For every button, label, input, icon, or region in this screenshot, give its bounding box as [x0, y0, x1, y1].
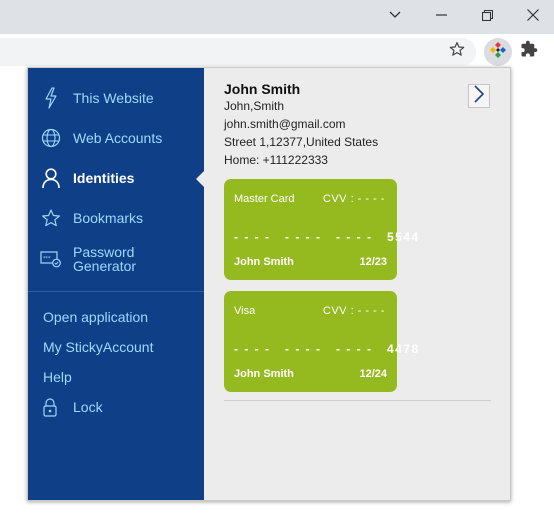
minimize-icon [435, 14, 447, 16]
chevron-down-icon [389, 11, 401, 19]
card-holder: John Smith [234, 256, 294, 268]
sidebar-item-identities[interactable]: Identities [28, 163, 204, 193]
tab-search-button[interactable] [372, 0, 418, 30]
card-type: Master Card [234, 193, 295, 205]
puzzle-icon [520, 40, 538, 63]
sidebar-item-label: Web Accounts [73, 130, 163, 146]
card-cvv: CVV : - - - - [322, 305, 385, 317]
identity-name: John Smith [224, 81, 301, 97]
lock-icon [41, 396, 59, 418]
sidebar-item-web-accounts[interactable]: Web Accounts [28, 123, 204, 153]
restore-button[interactable] [464, 0, 510, 30]
card-expiry: 12/24 [359, 368, 387, 380]
card-number: - - - - - - - - - - - - 5544 [234, 230, 420, 244]
password-generator-icon: *** [40, 248, 62, 270]
browser-titlebar [0, 0, 554, 34]
sidebar-item-label: Identities [73, 170, 135, 186]
chevron-right-icon [474, 84, 485, 108]
my-stickyaccount-link[interactable]: My StickyAccount [43, 336, 153, 358]
identity-email: john.smith@gmail.com [224, 117, 346, 131]
close-window-button[interactable] [510, 0, 554, 30]
minimize-button[interactable] [418, 0, 464, 30]
sidebar-item-bookmarks[interactable]: Bookmarks [28, 203, 204, 233]
stickypassword-icon [489, 41, 507, 64]
card-type: Visa [234, 305, 256, 317]
payment-card-mastercard[interactable]: Master Card CVV : - - - - - - - - - - - … [224, 179, 418, 280]
address-bar[interactable] [0, 38, 476, 66]
star-icon [449, 41, 465, 62]
stickypassword-extension-button[interactable] [484, 38, 512, 66]
sidebar-divider [28, 291, 204, 292]
identity-display-name: John,Smith [224, 99, 285, 113]
person-icon [40, 167, 62, 189]
sidebar-item-this-website[interactable]: This Website [28, 83, 204, 113]
stickypassword-popup: This Website Web Accounts Identities Boo… [27, 67, 511, 501]
identity-detail-panel: John Smith John,Smith john.smith@gmail.c… [204, 68, 510, 500]
sidebar-item-label: Bookmarks [73, 210, 144, 226]
lock-button[interactable]: Lock [28, 396, 204, 418]
sidebar-item-label-line2: Generator [73, 258, 137, 274]
restore-icon [481, 9, 493, 21]
browser-toolbar [0, 34, 554, 68]
close-icon [527, 9, 539, 21]
sidebar-item-password-generator[interactable]: *** Password Generator [28, 243, 204, 275]
payment-card-visa[interactable]: Visa CVV : - - - - - - - - - - - - - - -… [224, 291, 418, 392]
identity-phone: Home: +111222333 [224, 153, 328, 167]
open-application-link[interactable]: Open application [43, 306, 148, 328]
card-cvv: CVV : - - - - [322, 193, 385, 205]
extensions-button[interactable] [518, 40, 540, 62]
sidebar-item-label-line1: Password [73, 244, 135, 260]
globe-icon [40, 127, 62, 149]
lock-label: Lock [73, 399, 103, 415]
card-holder: John Smith [234, 368, 294, 380]
content-divider [224, 400, 491, 401]
star-icon [40, 207, 62, 229]
sidebar-item-label: This Website [73, 90, 154, 106]
lightning-icon [40, 87, 62, 109]
svg-text:***: *** [43, 256, 51, 262]
card-expiry: 12/23 [359, 256, 387, 268]
popup-sidebar: This Website Web Accounts Identities Boo… [28, 68, 205, 500]
sidebar-item-label-group: Password Generator [73, 245, 136, 273]
bookmark-button[interactable] [446, 40, 468, 62]
help-link[interactable]: Help [43, 366, 72, 388]
identity-address: Street 1,12377,United States [224, 135, 379, 149]
card-number: - - - - - - - - - - - - 4478 [234, 342, 420, 356]
next-identity-button[interactable] [468, 84, 490, 108]
